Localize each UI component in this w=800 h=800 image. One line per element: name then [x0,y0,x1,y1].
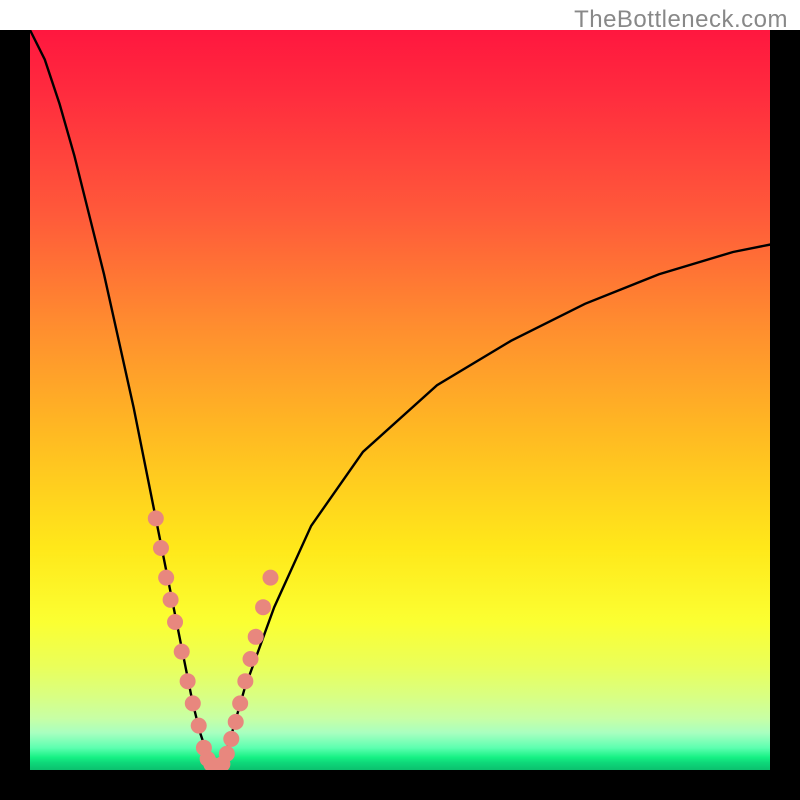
marker-dot [163,592,179,608]
marker-dot [167,614,183,630]
marker-dot [263,570,279,586]
chart-frame [0,30,800,800]
marker-dot [180,673,196,689]
marker-dot [228,714,244,730]
marker-dot [243,651,259,667]
chart-stage: TheBottleneck.com [0,0,800,800]
marker-dot [153,540,169,556]
marker-dot [148,510,164,526]
marker-dot [158,570,174,586]
marker-dot [237,673,253,689]
marker-dot [232,695,248,711]
marker-dot [255,599,271,615]
marker-dot [219,746,235,762]
marker-dot [174,644,190,660]
marker-dot [191,718,207,734]
chart-svg [30,30,770,770]
marker-dots-group [148,510,279,770]
marker-dot [248,629,264,645]
bottleneck-curve [30,30,770,769]
marker-dot [223,731,239,747]
plot-area [30,30,770,770]
marker-dot [185,695,201,711]
watermark-text: TheBottleneck.com [574,6,788,34]
